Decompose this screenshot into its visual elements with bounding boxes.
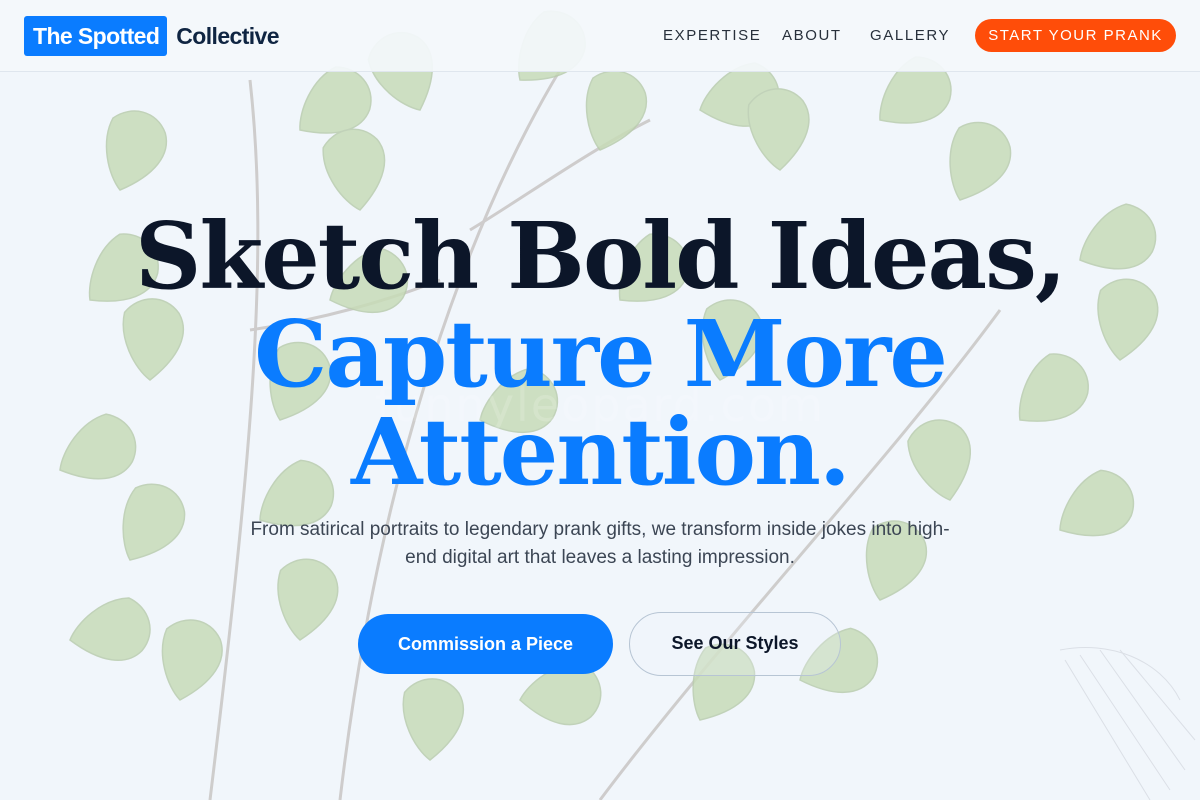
site-logo[interactable]: The Spotted Collective xyxy=(24,16,280,56)
commission-a-piece-button[interactable]: Commission a Piece xyxy=(358,614,613,674)
nav-item-about[interactable]: ABOUT xyxy=(782,0,842,72)
start-your-prank-button[interactable]: START YOUR PRANK xyxy=(975,19,1176,52)
hero-headline-line-1: Sketch Bold Ideas, xyxy=(135,202,1067,310)
nav-item-expertise[interactable]: EXPERTISE xyxy=(663,0,761,72)
logo-highlight: The Spotted xyxy=(24,16,168,56)
hero-headline-line-3: Attention. xyxy=(351,398,851,506)
hero-section: funnyleopard.com Sketch Bold Ideas, Capt… xyxy=(0,0,1200,800)
see-our-styles-button[interactable]: See Our Styles xyxy=(629,612,841,676)
nav-item-gallery[interactable]: GALLERY xyxy=(870,0,950,72)
site-header: The Spotted Collective EXPERTISE ABOUT G… xyxy=(0,0,1200,72)
hero-subtitle: From satirical portraits to legendary pr… xyxy=(250,519,950,568)
logo-word: Collective xyxy=(176,22,279,49)
hero-headline-line-2: Capture More xyxy=(254,300,948,408)
